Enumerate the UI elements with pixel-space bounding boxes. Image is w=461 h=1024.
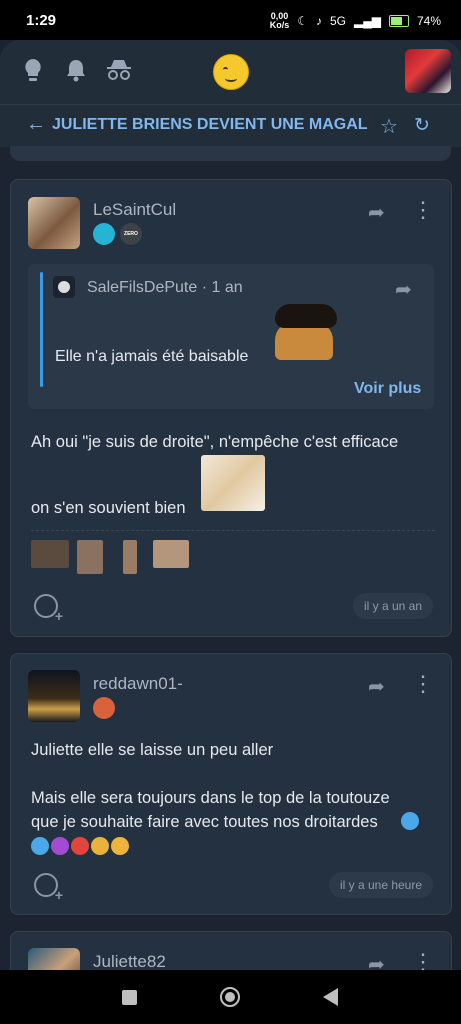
- post-card: reddawn01- ➦ ⋮ Juliette elle se laisse u…: [10, 653, 452, 915]
- back-button[interactable]: [323, 988, 338, 1006]
- mute-icon: ♪: [315, 14, 322, 28]
- quote-share-icon[interactable]: ➦: [395, 277, 419, 301]
- sticker-thumb[interactable]: [123, 540, 137, 574]
- quote-block: SaleFilsDePute · 1 an ➦ Elle n'a jamais …: [28, 264, 434, 409]
- quote-text: Elle n'a jamais été baisable: [55, 348, 249, 365]
- post-text-line: Mais elle sera toujours dans le top de l…: [31, 789, 390, 807]
- lightbulb-icon[interactable]: [20, 58, 46, 84]
- quote-age: 1 an: [211, 279, 243, 296]
- topic-bar: ← JULIETTE BRIENS DEVIENT UNE MAGAL ☆ ↻: [0, 104, 461, 147]
- network-speed: 0,00 Ko/s: [269, 11, 290, 30]
- hot-face-icon: [71, 837, 89, 855]
- avatar[interactable]: [28, 197, 80, 249]
- status-bar: 1:29 0,00 Ko/s ☾ ♪ 5G ▂▄▆ 74%: [0, 0, 461, 40]
- post-time: il y a une heure: [329, 872, 433, 898]
- sticker-image[interactable]: [201, 455, 265, 511]
- post-text-line: Juliette elle se laisse un peu aller: [31, 741, 274, 759]
- heart-hands-icon: [91, 837, 109, 855]
- share-icon[interactable]: ➦: [368, 674, 392, 698]
- quote-avatar[interactable]: [53, 276, 75, 298]
- battery-percent: 74%: [416, 14, 441, 28]
- signal-icon: ▂▄▆: [354, 14, 381, 28]
- status-time: 1:29: [26, 12, 57, 29]
- sticker-thumb[interactable]: [77, 540, 103, 574]
- cat-sticker: [265, 304, 343, 362]
- share-icon[interactable]: ➦: [368, 200, 392, 224]
- quote-header: SaleFilsDePute · 1 an: [87, 279, 243, 297]
- bell-icon[interactable]: [63, 58, 89, 84]
- divider: [31, 530, 435, 531]
- stars-badge-icon: [93, 223, 115, 245]
- add-reaction-icon[interactable]: [34, 873, 63, 903]
- quote-author[interactable]: SaleFilsDePute: [87, 279, 197, 296]
- recents-button[interactable]: [122, 990, 137, 1005]
- post-text-line: on s'en souvient bien: [31, 499, 186, 517]
- refresh-icon[interactable]: ↻: [414, 114, 430, 137]
- add-reaction-icon[interactable]: [34, 594, 63, 624]
- avatar[interactable]: [28, 670, 80, 722]
- zero-tout-badge: ZERO TOUT: [120, 223, 142, 245]
- sticker-thumb[interactable]: [153, 540, 189, 568]
- home-button[interactable]: [220, 987, 240, 1007]
- post-author[interactable]: Juliette82: [93, 952, 166, 972]
- smiley-logo[interactable]: [213, 54, 249, 90]
- more-options-icon[interactable]: ⋮: [412, 673, 434, 698]
- post-time: il y a un an: [353, 593, 433, 619]
- sweat-drops-icon: [31, 837, 49, 855]
- devil-icon: [51, 837, 69, 855]
- battery-icon: [388, 15, 409, 27]
- moon-icon: ☾: [297, 14, 308, 28]
- topic-title: JULIETTE BRIENS DEVIENT UNE MAGAL: [52, 116, 368, 133]
- post-author[interactable]: LeSaintCul: [93, 200, 176, 220]
- post-text-line: Ah oui "je suis de droite", n'empêche c'…: [31, 433, 399, 451]
- more-options-icon[interactable]: ⋮: [412, 199, 434, 224]
- previous-post-edge: [10, 146, 451, 161]
- sticker-thumb[interactable]: [31, 540, 69, 568]
- quote-separator: ·: [201, 279, 212, 296]
- star-badge-icon: [93, 697, 115, 719]
- star-icon[interactable]: ☆: [380, 114, 398, 139]
- emoji-row: [31, 837, 131, 857]
- quote-bar: [40, 272, 43, 387]
- incognito-icon[interactable]: [106, 58, 132, 84]
- network-label: 5G: [329, 14, 346, 28]
- back-arrow-icon[interactable]: ←: [26, 113, 46, 136]
- sticker-row: [31, 540, 231, 574]
- post-text-line: que je souhaite faire avec toutes nos dr…: [31, 813, 378, 831]
- voir-plus-link[interactable]: Voir plus: [354, 380, 421, 398]
- sweat-drops-icon: [401, 812, 419, 830]
- post-card: LeSaintCul ZERO TOUT ➦ ⋮ SaleFilsDePute …: [10, 179, 452, 637]
- tongue-face-icon: [111, 837, 129, 855]
- user-avatar[interactable]: [405, 49, 451, 93]
- post-author[interactable]: reddawn01-: [93, 674, 183, 694]
